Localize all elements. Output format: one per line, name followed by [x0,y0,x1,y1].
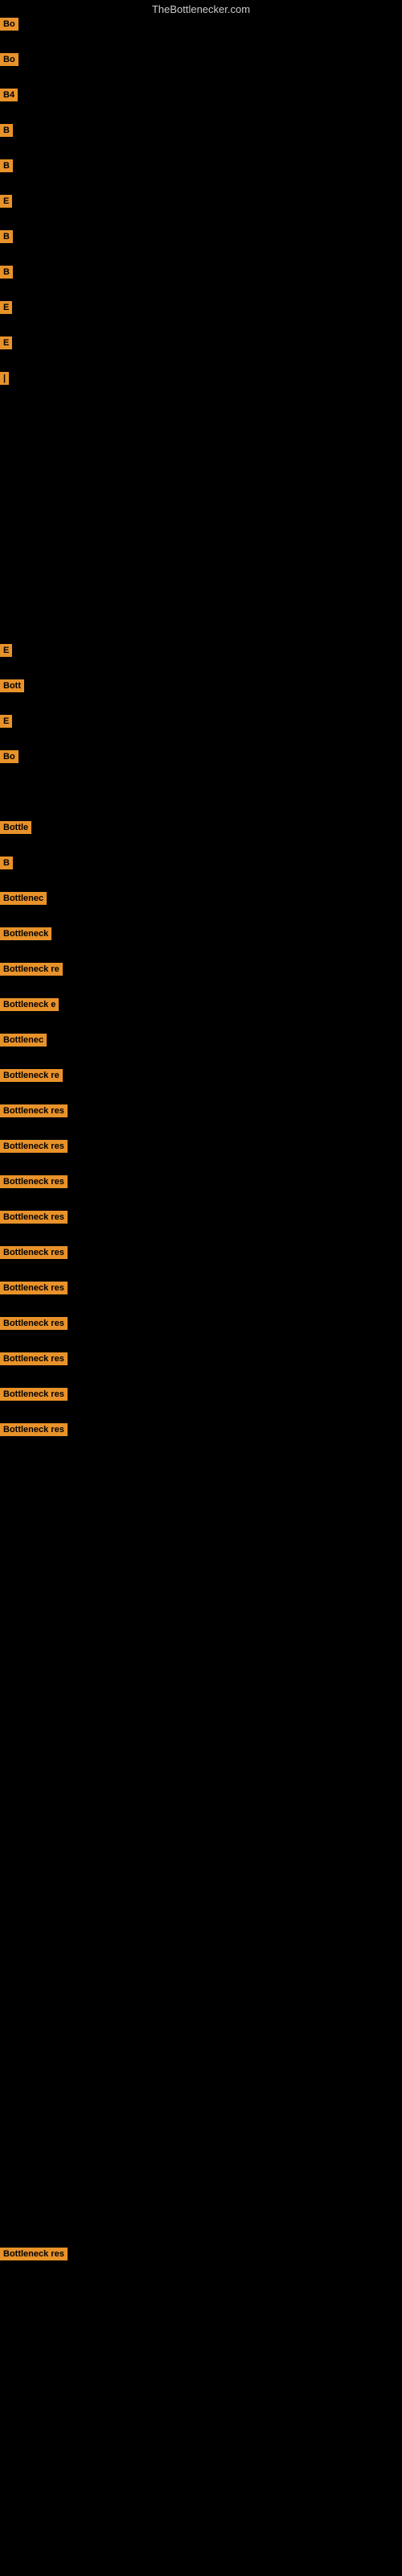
badge-6: B [0,230,13,243]
badge-21: Bottlenec [0,1034,47,1046]
badge-9: E [0,336,12,349]
badge-18: Bottleneck [0,927,51,940]
badge-24: Bottleneck res [0,1140,68,1153]
badge-23: Bottleneck res [0,1104,68,1117]
badge-16: B [0,857,13,869]
badge-5: E [0,195,12,208]
badge-15: Bottle [0,821,31,834]
badge-20: Bottleneck e [0,998,59,1011]
badge-1: Bo [0,53,18,66]
site-title: TheBottlenecker.com [152,3,250,15]
badge-3: B [0,124,13,137]
badge-28: Bottleneck res [0,1282,68,1294]
badge-31: Bottleneck res [0,1388,68,1401]
badge-8: E [0,301,12,314]
badge-0: Bo [0,18,18,31]
badge-33: Bottleneck res [0,2248,68,2260]
badge-10: | [0,372,9,385]
badge-19: Bottleneck re [0,963,63,976]
badge-14: Bo [0,750,18,763]
badge-30: Bottleneck res [0,1352,68,1365]
badge-29: Bottleneck res [0,1317,68,1330]
badge-25: Bottleneck res [0,1175,68,1188]
badge-22: Bottleneck re [0,1069,63,1082]
badge-13: E [0,715,12,728]
badge-26: Bottleneck res [0,1211,68,1224]
badge-4: B [0,159,13,172]
badge-32: Bottleneck res [0,1423,68,1436]
badge-7: B [0,266,13,279]
badge-27: Bottleneck res [0,1246,68,1259]
badge-17: Bottlenec [0,892,47,905]
badge-11: E [0,644,12,657]
badge-2: B4 [0,89,18,101]
badge-12: Bott [0,679,24,692]
